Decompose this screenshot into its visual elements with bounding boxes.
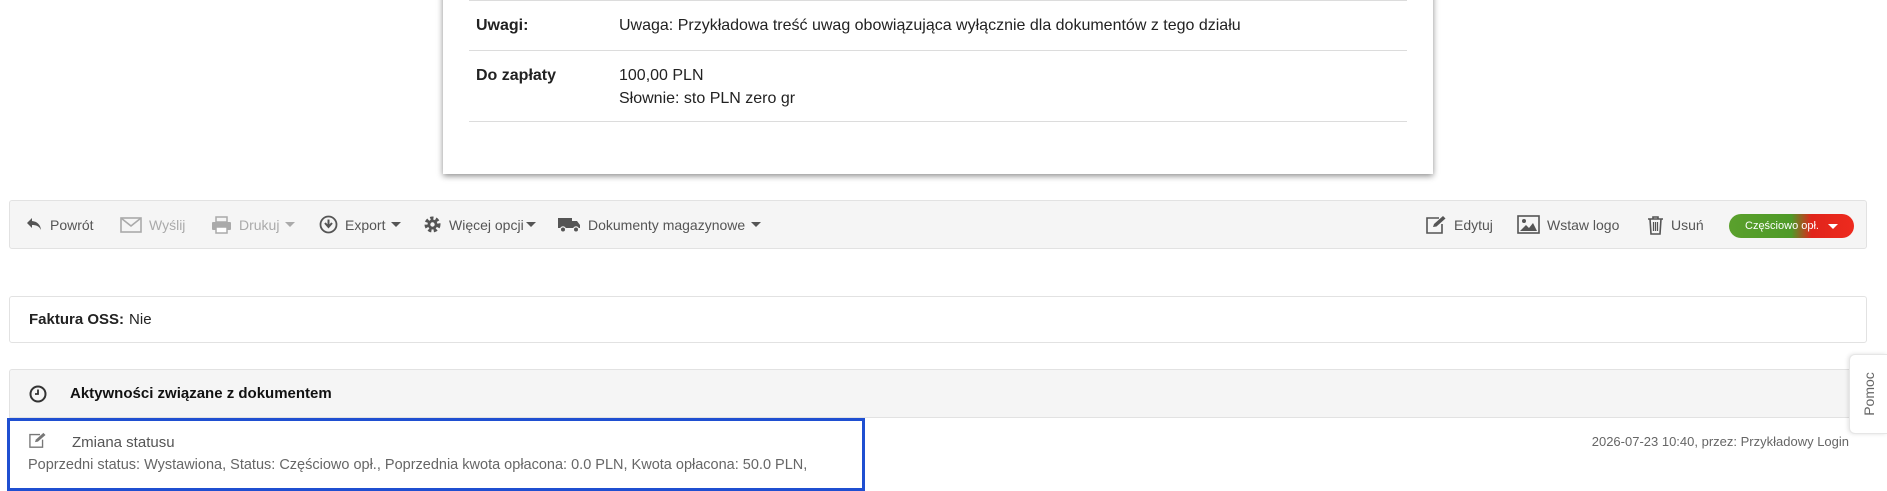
download-circle-icon	[319, 215, 338, 234]
export-button[interactable]: Export	[319, 201, 402, 248]
more-options-button[interactable]: Więcej opcji	[423, 201, 536, 248]
clock-icon	[29, 385, 47, 402]
image-icon	[1517, 215, 1540, 234]
chevron-down-icon	[391, 222, 402, 227]
warehouse-documents-label: Dokumenty magazynowe	[588, 216, 746, 233]
payable-value: 100,00 PLN Słownie: sto PLN zero gr	[619, 64, 795, 121]
send-label: Wyślij	[149, 216, 186, 233]
activity-item: Zmiana statusu Poprzedni status: Wystawi…	[9, 418, 1867, 491]
trash-icon	[1648, 215, 1663, 235]
payment-status-label: Częściowo opł.	[1745, 220, 1819, 232]
invoice-preview: Uwagi: Uwaga: Przykładowa treść uwag obo…	[443, 0, 1433, 174]
print-button[interactable]: Drukuj	[211, 201, 296, 248]
payable-words: Słownie: sto PLN zero gr	[619, 90, 796, 107]
activities-header: Aktywności związane z dokumentem	[9, 369, 1867, 418]
envelope-icon	[120, 216, 142, 233]
edit-button[interactable]: Edytuj	[1425, 201, 1493, 248]
chevron-down-icon	[285, 222, 296, 227]
edit-icon	[29, 432, 46, 448]
remarks-row: Uwagi: Uwaga: Przykładowa treść uwag obo…	[469, 0, 1407, 50]
edit-label: Edytuj	[1454, 216, 1493, 233]
chevron-down-icon	[525, 222, 536, 227]
insert-logo-button[interactable]: Wstaw logo	[1517, 201, 1619, 248]
chevron-down-icon	[751, 222, 762, 227]
payable-amount: 100,00 PLN	[619, 67, 704, 84]
warehouse-documents-button[interactable]: Dokumenty magazynowe	[557, 201, 762, 248]
more-options-label: Więcej opcji	[449, 216, 524, 233]
back-label: Powrót	[50, 216, 94, 233]
activity-description: Poprzedni status: Wystawiona, Status: Cz…	[28, 457, 808, 473]
insert-logo-label: Wstaw logo	[1547, 216, 1620, 233]
activities-title: Aktywności związane z dokumentem	[70, 385, 332, 402]
gear-icon	[424, 216, 441, 233]
oss-value: Nie	[129, 311, 152, 328]
delete-button[interactable]: Usuń	[1647, 201, 1704, 248]
remarks-label: Uwagi:	[476, 17, 529, 34]
activity-meta: 2026-07-23 10:40, przez: Przykładowy Log…	[1591, 434, 1849, 449]
delete-label: Usuń	[1671, 216, 1704, 233]
activity-title: Zmiana statusu	[72, 434, 175, 451]
edit-icon	[1426, 216, 1446, 234]
oss-invoice-info: Faktura OSS: Nie	[9, 296, 1867, 343]
oss-label: Faktura OSS:	[29, 311, 125, 328]
remarks-value: Uwaga: Przykładowa treść uwag obowiązują…	[619, 17, 1241, 34]
send-button[interactable]: Wyślij	[120, 201, 185, 248]
back-button[interactable]: Powrót	[26, 201, 94, 248]
reply-arrow-icon	[27, 218, 41, 230]
truck-icon	[558, 218, 580, 233]
payable-label: Do zapłaty	[476, 67, 557, 84]
help-tab[interactable]: Pomoc	[1849, 354, 1887, 434]
chevron-down-icon	[1827, 223, 1838, 229]
printer-icon	[212, 215, 231, 234]
export-label: Export	[345, 216, 386, 233]
document-toolbar: Powrót Wyślij Drukuj Export Więcej opcji…	[9, 200, 1867, 249]
payment-status-dropdown[interactable]: Częściowo opł.	[1729, 214, 1854, 238]
payable-row: Do zapłaty 100,00 PLN Słownie: sto PLN z…	[469, 50, 1407, 122]
help-label: Pomoc	[1860, 372, 1877, 416]
invoice-summary-table: Uwagi: Uwaga: Przykładowa treść uwag obo…	[469, 0, 1407, 122]
print-label: Drukuj	[239, 216, 280, 233]
